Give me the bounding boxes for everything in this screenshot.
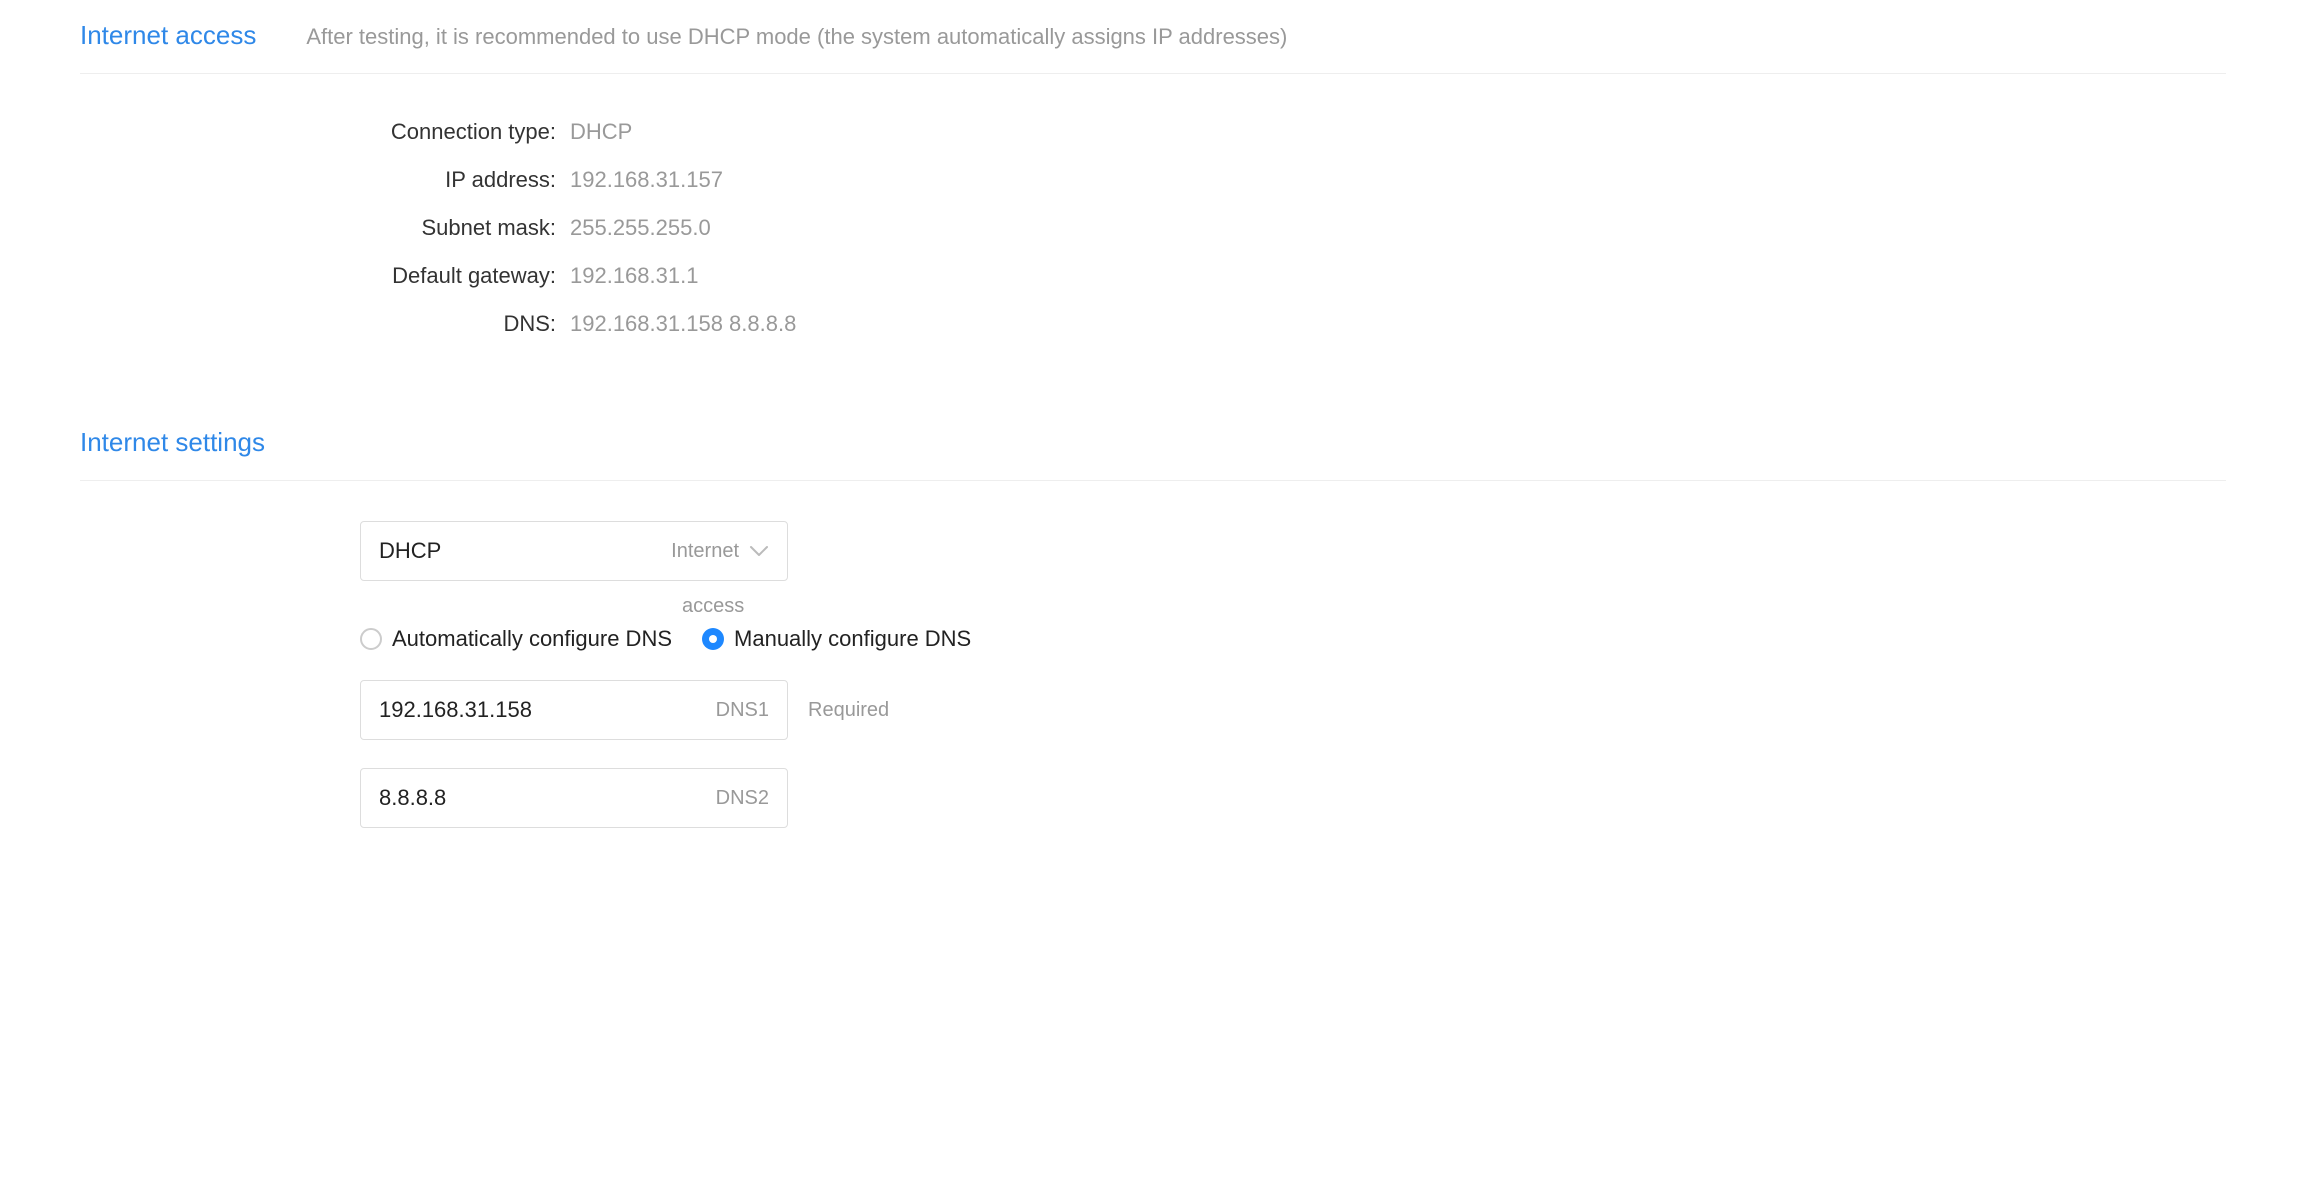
radio-icon	[360, 628, 382, 650]
info-row-ip-address: IP address: 192.168.31.157	[260, 167, 2226, 193]
dns1-input-box: DNS1	[360, 680, 788, 740]
internet-settings-title: Internet settings	[80, 427, 265, 458]
dns2-row: DNS2	[360, 768, 2226, 828]
info-value: 192.168.31.157	[570, 167, 723, 193]
dns2-input-box: DNS2	[360, 768, 788, 828]
dns-auto-radio[interactable]: Automatically configure DNS	[360, 626, 672, 652]
internet-settings-header: Internet settings	[80, 427, 2226, 481]
info-row-default-gateway: Default gateway: 192.168.31.1	[260, 263, 2226, 289]
info-value: 192.168.31.158 8.8.8.8	[570, 311, 796, 337]
dns1-row: DNS1 Required	[360, 680, 2226, 740]
info-label: Default gateway:	[260, 263, 570, 289]
internet-access-title: Internet access	[80, 20, 256, 51]
info-label: IP address:	[260, 167, 570, 193]
info-row-connection-type: Connection type: DHCP	[260, 119, 2226, 145]
select-sub-label: access	[682, 595, 2226, 618]
info-value: 192.168.31.1	[570, 263, 698, 289]
dns1-hint: Required	[808, 699, 889, 722]
radio-icon	[702, 628, 724, 650]
internet-access-hint: After testing, it is recommended to use …	[306, 24, 1287, 50]
select-label-box: Internet	[671, 540, 769, 563]
dns2-input[interactable]	[379, 785, 716, 811]
dns2-inner-label: DNS2	[716, 787, 769, 810]
chevron-down-icon	[749, 544, 769, 558]
dns1-input[interactable]	[379, 697, 716, 723]
internet-settings-block: DHCP Internet access Automatically confi…	[360, 521, 2226, 828]
internet-access-header: Internet access After testing, it is rec…	[80, 20, 2226, 74]
dns-mode-radio-row: Automatically configure DNS Manually con…	[360, 626, 2226, 652]
radio-label: Automatically configure DNS	[392, 626, 672, 652]
internet-access-info: Connection type: DHCP IP address: 192.16…	[260, 119, 2226, 337]
mode-select-wrap: DHCP Internet	[360, 521, 788, 581]
internet-mode-select[interactable]: DHCP Internet	[360, 521, 788, 581]
dns1-inner-label: DNS1	[716, 699, 769, 722]
info-row-subnet-mask: Subnet mask: 255.255.255.0	[260, 215, 2226, 241]
dns-manual-radio[interactable]: Manually configure DNS	[702, 626, 971, 652]
info-label: DNS:	[260, 311, 570, 337]
info-label: Subnet mask:	[260, 215, 570, 241]
info-value: 255.255.255.0	[570, 215, 711, 241]
radio-label: Manually configure DNS	[734, 626, 971, 652]
info-label: Connection type:	[260, 119, 570, 145]
info-row-dns: DNS: 192.168.31.158 8.8.8.8	[260, 311, 2226, 337]
select-inner-label: Internet	[671, 540, 739, 563]
select-value: DHCP	[379, 538, 671, 564]
info-value: DHCP	[570, 119, 632, 145]
